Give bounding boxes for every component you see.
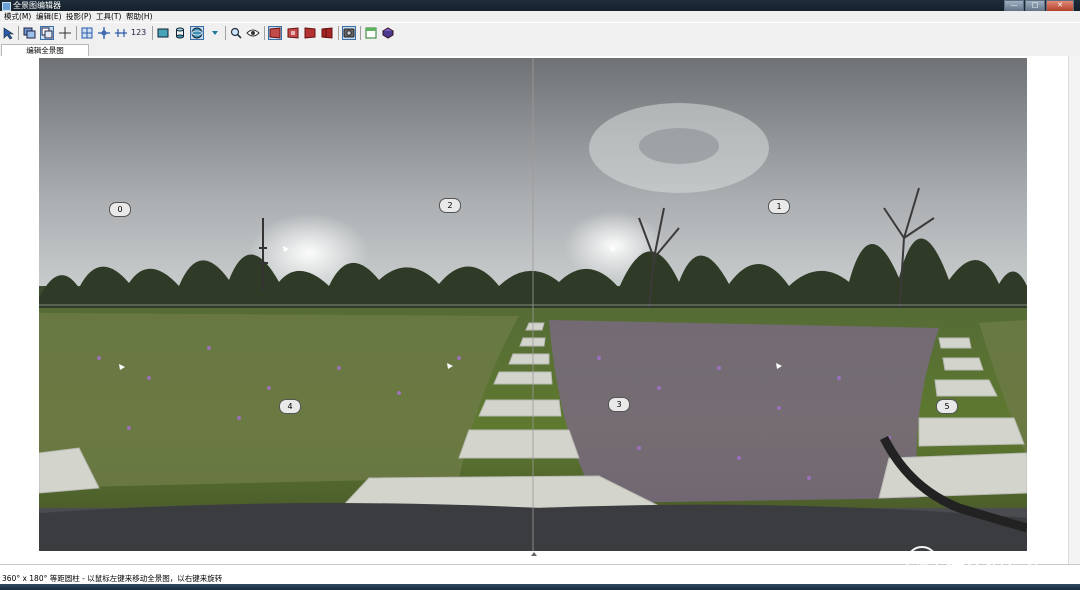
panorama-image bbox=[39, 58, 1027, 551]
images-icon[interactable] bbox=[22, 26, 36, 40]
camera-icon[interactable] bbox=[342, 26, 356, 40]
menu-projection[interactable]: 投影(P) bbox=[66, 11, 91, 22]
select-arrow-icon[interactable] bbox=[2, 26, 16, 40]
window-icon[interactable] bbox=[364, 26, 378, 40]
app-icon bbox=[2, 2, 11, 11]
window-title: 全景图编辑器 bbox=[13, 1, 61, 10]
menu-help[interactable]: 帮助(H) bbox=[126, 11, 153, 22]
menu-tools[interactable]: 工具(T) bbox=[96, 11, 121, 22]
frame-red-4-icon[interactable] bbox=[320, 26, 334, 40]
frame-red-2-icon[interactable] bbox=[286, 26, 300, 40]
menu-mode[interactable]: 模式(M) bbox=[4, 11, 31, 22]
image-marker-1[interactable]: 1 bbox=[768, 199, 790, 214]
dropdown-arrow-icon[interactable] bbox=[208, 26, 222, 40]
watermark: 值 什么值得买 bbox=[906, 546, 1076, 582]
toolbar: 123 bbox=[0, 23, 1080, 44]
layers-icon[interactable] bbox=[40, 26, 54, 40]
splitter-handle[interactable] bbox=[531, 552, 537, 556]
rectilinear-icon[interactable] bbox=[156, 26, 170, 40]
panorama-preview[interactable]: 0 2 1 4 3 5 bbox=[39, 58, 1027, 551]
image-marker-5[interactable]: 5 bbox=[936, 399, 958, 414]
vertical-scrollbar[interactable] bbox=[1068, 56, 1080, 564]
cylinder-icon[interactable] bbox=[173, 26, 187, 40]
grid-icon[interactable] bbox=[80, 26, 94, 40]
count-icon[interactable]: 123 bbox=[131, 26, 149, 40]
frame-red-3-icon[interactable] bbox=[303, 26, 317, 40]
book-icon[interactable] bbox=[381, 26, 395, 40]
eye-icon[interactable] bbox=[246, 26, 260, 40]
status-text: 360° x 180° 等距圆柱 - 以鼠标左键来移动全景图，以右键来旋转 bbox=[2, 574, 223, 583]
crosshair-icon[interactable] bbox=[58, 26, 72, 40]
title-bar: 全景图编辑器 — □ ✕ bbox=[0, 0, 1080, 12]
magnifier-icon[interactable] bbox=[229, 26, 243, 40]
image-marker-4[interactable]: 4 bbox=[279, 399, 301, 414]
frame-red-1-icon[interactable] bbox=[268, 26, 282, 40]
watermark-text: 什么值得买 bbox=[946, 556, 1047, 578]
image-marker-2[interactable]: 2 bbox=[439, 198, 461, 213]
move-crosshair-icon[interactable] bbox=[97, 26, 111, 40]
align-icon[interactable] bbox=[114, 26, 128, 40]
image-marker-0[interactable]: 0 bbox=[109, 202, 131, 217]
window-controls: — □ ✕ bbox=[1003, 0, 1074, 12]
menu-bar: 模式(M) 编辑(E) 投影(P) 工具(T) 帮助(H) bbox=[0, 11, 1080, 22]
taskbar bbox=[0, 584, 1080, 590]
menu-edit[interactable]: 编辑(E) bbox=[36, 11, 62, 22]
sphere-icon[interactable] bbox=[190, 26, 204, 40]
watermark-logo: 值 bbox=[906, 546, 938, 578]
image-marker-3[interactable]: 3 bbox=[608, 397, 630, 412]
tab-strip: 编辑全景图 bbox=[0, 43, 1080, 57]
